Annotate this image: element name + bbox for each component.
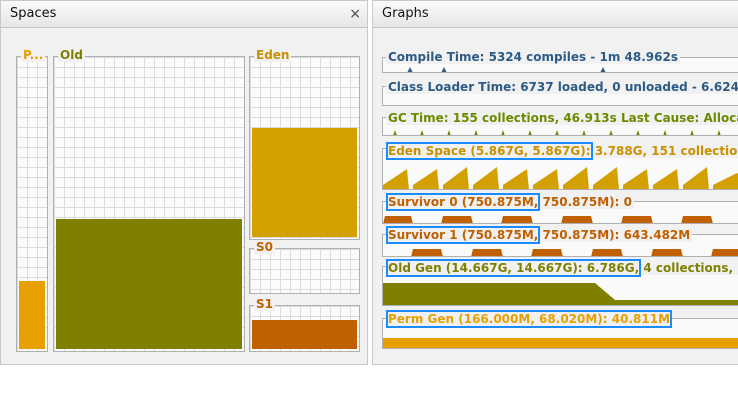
survivor1-bar <box>711 249 738 256</box>
perm-gen-label: Perm Gen (166.000M, 68.020M): 40.811M <box>385 310 673 328</box>
s0-space-box: S0 <box>249 240 360 294</box>
old-gen-usage: 4 collections, 1 <box>639 261 738 275</box>
gc-tick <box>420 130 424 135</box>
spaces-panel-header: Spaces × <box>1 1 367 28</box>
gc-tick <box>474 130 478 135</box>
eden-series <box>383 167 738 189</box>
perm-gen-series <box>383 338 738 348</box>
gc-tick <box>528 130 532 135</box>
graphs-panel-title: Graphs <box>382 6 429 21</box>
old-space-label: Old <box>58 48 85 62</box>
spaces-panel: Spaces × P... Old Eden S0 S1 <box>0 0 368 365</box>
gc-tick <box>690 130 694 135</box>
survivor0-bar <box>501 216 533 223</box>
perm-space-box: P... <box>16 48 48 352</box>
eden-space-box: Eden <box>249 48 360 240</box>
perm-gen-capacity: Perm Gen (166.000M, 68.020M): 40.811M <box>385 310 673 328</box>
s1-space-box: S1 <box>249 297 360 352</box>
compile-time-label: Compile Time: 5324 compiles - 1m 48.962s <box>386 50 680 64</box>
graphs-panel-header: Graphs <box>373 1 738 28</box>
s1-space-fill <box>252 320 357 349</box>
gc-tick <box>636 130 640 135</box>
spaces-panel-title: Spaces <box>10 6 57 21</box>
old-gen-capacity: Old Gen (14.667G, 14.667G): 6.786G, <box>385 259 642 277</box>
survivor0-bar <box>383 216 413 223</box>
gc-tick <box>663 130 667 135</box>
close-icon[interactable]: × <box>349 1 361 27</box>
gc-tick <box>501 130 505 135</box>
survivor0-bar <box>441 216 473 223</box>
old-gen-label: Old Gen (14.667G, 14.667G): 6.786G, 4 co… <box>385 259 738 277</box>
eden-space-label: Eden <box>254 48 292 62</box>
survivor0-bar <box>621 216 653 223</box>
gc-tick <box>393 130 397 135</box>
survivor1-label: Survivor 1 (750.875M, 750.875M): 643.482… <box>385 226 693 244</box>
compile-tick <box>441 67 447 72</box>
survivor1-bar <box>471 249 503 256</box>
gc-tick <box>717 130 721 135</box>
survivor1-bar <box>591 249 623 256</box>
perm-space-fill <box>19 281 45 349</box>
old-gen-series <box>383 283 738 305</box>
survivor1-bar <box>651 249 683 256</box>
old-space-fill <box>56 219 242 349</box>
gc-tick <box>447 130 451 135</box>
gc-tick <box>609 130 613 135</box>
eden-graph-capacity: Eden Space (5.867G, 5.867G): <box>386 142 593 160</box>
survivor0-usage: 750.875M): 0 <box>538 195 632 209</box>
survivor1-bar <box>411 249 443 256</box>
eden-graph-usage: 3.788G, 151 collection <box>590 144 738 158</box>
survivor1-usage: 750.875M): 643.482M <box>538 228 691 242</box>
compile-tick <box>407 67 413 72</box>
survivor0-label: Survivor 0 (750.875M, 750.875M): 0 <box>385 193 634 211</box>
s1-space-label: S1 <box>254 297 275 311</box>
gc-time-label: GC Time: 155 collections, 46.913s Last C… <box>386 111 738 125</box>
survivor1-capacity: Survivor 1 (750.875M, <box>385 226 541 244</box>
survivor0-bar <box>561 216 593 223</box>
gc-tick <box>555 130 559 135</box>
compile-tick <box>600 67 606 72</box>
perm-space-label: P... <box>21 48 46 62</box>
gc-tick <box>582 130 586 135</box>
survivor0-bar <box>681 216 713 223</box>
class-loader-label: Class Loader Time: 6737 loaded, 0 unload… <box>386 80 738 94</box>
eden-space-fill <box>252 128 357 237</box>
s0-space-label: S0 <box>254 240 275 254</box>
eden-graph-label: Eden Space (5.867G, 5.867G): 3.788G, 151… <box>386 142 738 160</box>
survivor1-bar <box>531 249 563 256</box>
old-space-box: Old <box>53 48 245 352</box>
survivor0-capacity: Survivor 0 (750.875M, <box>385 193 541 211</box>
